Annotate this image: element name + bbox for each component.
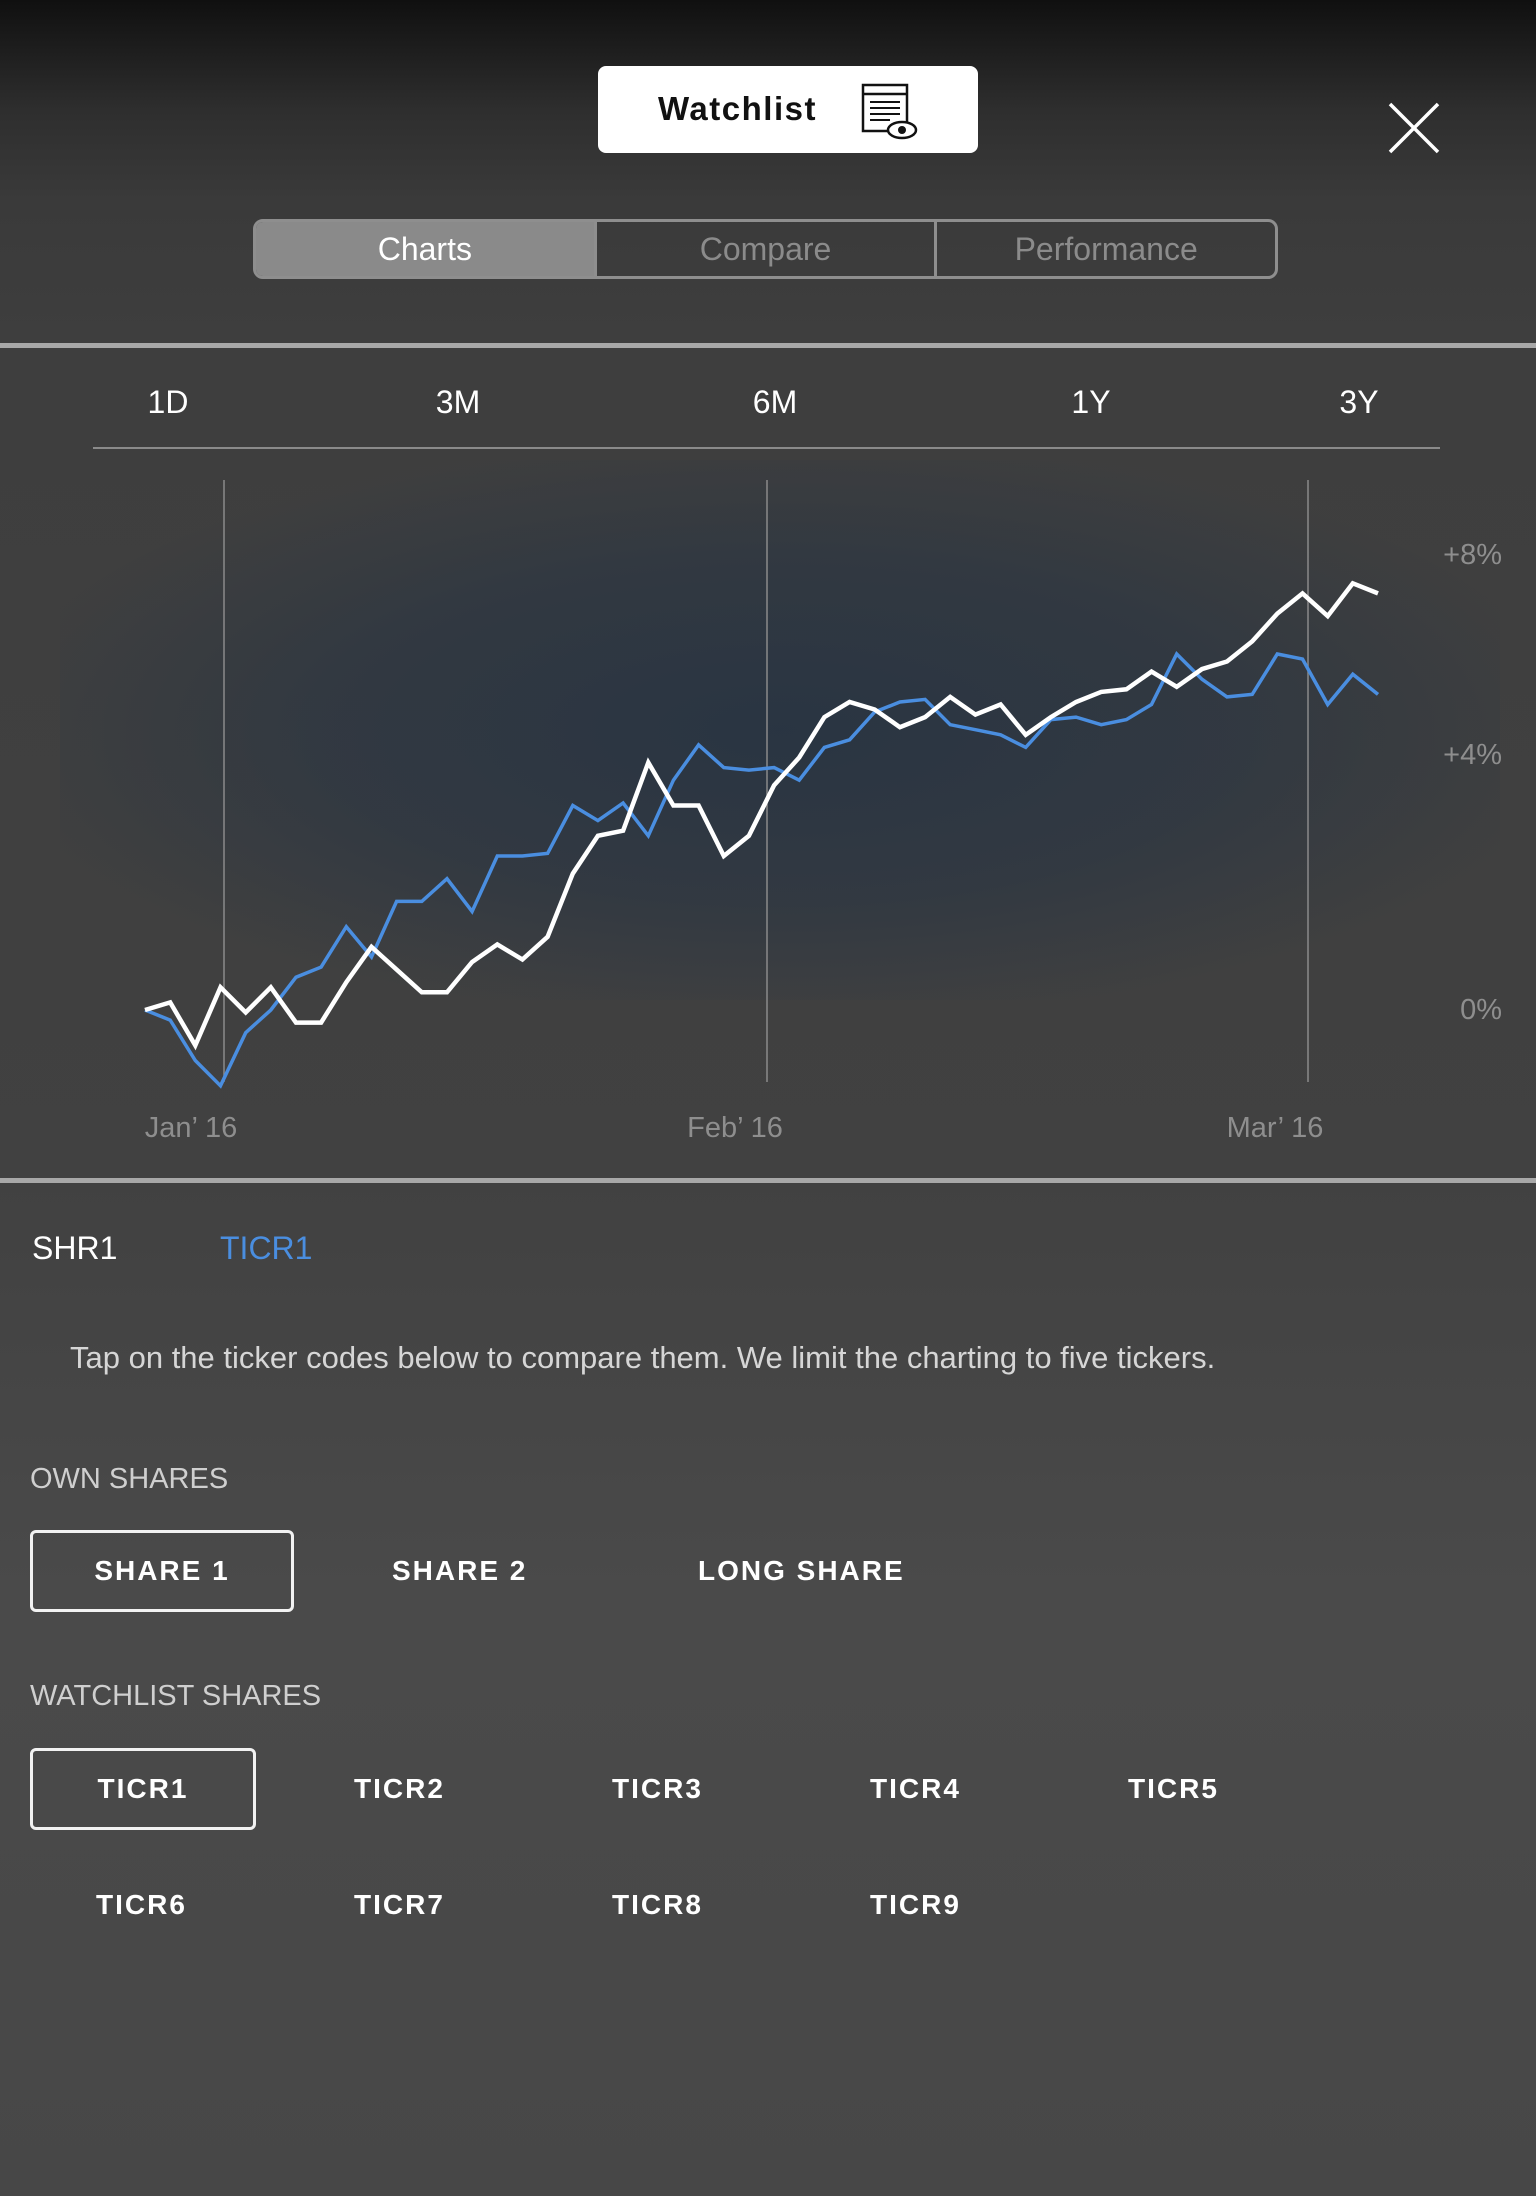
range-tab-6m[interactable]: 6M	[753, 384, 797, 421]
divider-bottom	[0, 1178, 1536, 1183]
watchlist-shares-title: WATCHLIST SHARES	[30, 1680, 322, 1712]
range-underline	[93, 447, 1440, 449]
watchlist-eye-icon	[861, 83, 918, 140]
long-share-button[interactable]: LONG SHARE	[698, 1530, 905, 1612]
range-tab-1y[interactable]: 1Y	[1071, 384, 1110, 421]
ticker-button-ticr6[interactable]: TICR6	[96, 1864, 187, 1946]
ticker-button-ticr2[interactable]: TICR2	[354, 1748, 445, 1830]
instructions-text: Tap on the ticker codes below to compare…	[70, 1340, 1216, 1375]
share-1-button[interactable]: SHARE 1	[30, 1530, 294, 1612]
y-tick-label-1: +8%	[1443, 539, 1502, 571]
ticker-button-ticr4[interactable]: TICR4	[870, 1748, 961, 1830]
divider-top	[0, 343, 1536, 348]
ticker-button-ticr5[interactable]: TICR5	[1128, 1748, 1219, 1830]
own-shares-title: OWN SHARES	[30, 1463, 229, 1495]
watchlist-title-button[interactable]: Watchlist	[598, 66, 978, 153]
series-line-shr1	[144, 580, 1379, 1051]
range-tab-1d[interactable]: 1D	[148, 384, 189, 421]
legend-ticr1[interactable]: TICR1	[220, 1230, 312, 1267]
ticker-button-ticr9[interactable]: TICR9	[870, 1864, 961, 1946]
tab-performance[interactable]: Performance	[934, 222, 1275, 276]
y-tick-label-2: +4%	[1443, 739, 1502, 771]
share-2-button[interactable]: SHARE 2	[392, 1530, 527, 1612]
x-tick-label-1: Jan’ 16	[145, 1112, 237, 1144]
ticker-button-ticr1[interactable]: TICR1	[30, 1748, 256, 1830]
x-tick-label-3: Mar’ 16	[1227, 1112, 1324, 1144]
view-tabs: Charts Compare Performance	[253, 219, 1278, 279]
ticker-button-ticr7[interactable]: TICR7	[354, 1864, 445, 1946]
price-chart: Jan’ 16 Feb’ 16 Mar’ 16 +8% +4% 0%	[144, 480, 1502, 1144]
tab-charts[interactable]: Charts	[256, 222, 594, 276]
tab-compare[interactable]: Compare	[593, 222, 935, 276]
x-tick-label-2: Feb’ 16	[687, 1112, 783, 1144]
ticker-button-ticr3[interactable]: TICR3	[612, 1748, 703, 1830]
ticker-button-ticr8[interactable]: TICR8	[612, 1864, 703, 1946]
series-line-ticr1	[144, 651, 1380, 1089]
range-tab-3m[interactable]: 3M	[436, 384, 480, 421]
y-tick-label-3: 0%	[1460, 994, 1502, 1026]
watchlist-app: Watchlist Charts Compare Performance 1D …	[0, 0, 1536, 2196]
close-icon[interactable]	[1386, 100, 1442, 156]
legend-shr1[interactable]: SHR1	[32, 1230, 117, 1267]
range-tab-3y[interactable]: 3Y	[1339, 384, 1378, 421]
watchlist-title: Watchlist	[658, 90, 817, 127]
